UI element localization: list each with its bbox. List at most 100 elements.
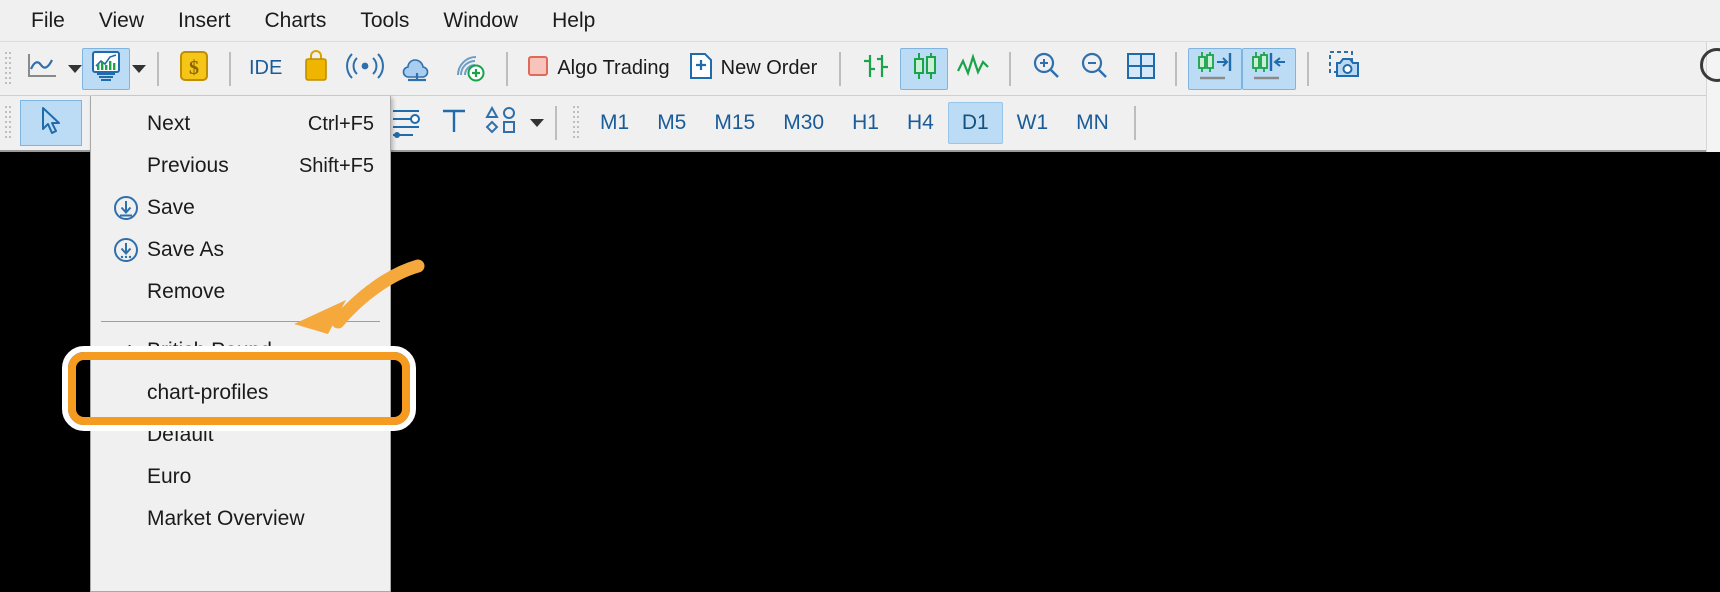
line-chart-icon bbox=[25, 51, 59, 86]
check-glyph: ✓ bbox=[118, 340, 134, 362]
candlestick-icon bbox=[907, 50, 941, 87]
shopping-bag-icon bbox=[300, 49, 332, 88]
menu-item-previous-label: Previous bbox=[147, 154, 229, 177]
zigzag-line-icon bbox=[955, 51, 991, 86]
menu-help[interactable]: Help bbox=[535, 5, 612, 37]
zoom-out-button[interactable] bbox=[1070, 48, 1118, 90]
chart-profiles-button[interactable] bbox=[82, 47, 130, 90]
profile-item-market-overview-label: Market Overview bbox=[147, 507, 305, 530]
menu-item-save-label: Save bbox=[147, 196, 195, 219]
fibonacci-levels-icon bbox=[389, 104, 425, 143]
menu-item-next[interactable]: Next Ctrl+F5 bbox=[91, 103, 390, 145]
line-chart-button[interactable] bbox=[18, 48, 66, 90]
menu-item-save-as[interactable]: Save As bbox=[91, 229, 390, 271]
menu-item-next-accel: Ctrl+F5 bbox=[307, 112, 374, 135]
signal-add-icon bbox=[450, 49, 488, 88]
svg-text:$: $ bbox=[189, 57, 199, 79]
menu-item-next-label: Next bbox=[147, 112, 191, 135]
menu-item-previous[interactable]: Previous Shift+F5 bbox=[91, 145, 390, 187]
algo-trading-button[interactable]: Algo Trading bbox=[519, 48, 680, 90]
chart-shift-right-icon bbox=[1195, 49, 1235, 88]
menu-insert[interactable]: Insert bbox=[161, 5, 248, 37]
camera-snapshot-icon bbox=[1327, 49, 1363, 88]
screenshot-button[interactable] bbox=[1320, 48, 1370, 90]
market-button[interactable] bbox=[293, 48, 339, 90]
text-tool-icon bbox=[439, 105, 469, 142]
new-order-button[interactable]: New Order bbox=[681, 48, 829, 90]
vps-button[interactable] bbox=[391, 48, 443, 90]
timeframe-toolbar-grip[interactable] bbox=[572, 105, 581, 141]
new-order-label: New Order bbox=[720, 57, 818, 79]
ide-label: IDE bbox=[249, 57, 283, 79]
timeframe-h1[interactable]: H1 bbox=[838, 102, 893, 144]
menu-file[interactable]: File bbox=[14, 5, 82, 37]
line-graph-button[interactable] bbox=[948, 48, 998, 90]
timeframe-h4[interactable]: H4 bbox=[893, 102, 948, 144]
profile-item-chart-profiles[interactable]: chart-profiles bbox=[91, 372, 390, 414]
grid-button[interactable] bbox=[1118, 48, 1164, 90]
profile-item-british-pound[interactable]: ✓ British Pound bbox=[91, 330, 390, 372]
timeframe-d1[interactable]: D1 bbox=[947, 102, 1003, 144]
menu-item-previous-accel: Shift+F5 bbox=[298, 154, 374, 177]
zoom-out-icon bbox=[1077, 50, 1111, 87]
line-chart-dropdown-caret[interactable] bbox=[68, 64, 82, 73]
zoom-in-button[interactable] bbox=[1022, 48, 1070, 90]
profile-item-default[interactable]: Default bbox=[91, 414, 390, 456]
chart-profiles-dropdown-menu: Next Ctrl+F5 Previous Shift+F5 Save Save… bbox=[90, 96, 391, 592]
copy-signal-button[interactable] bbox=[443, 48, 495, 90]
timeframe-m15[interactable]: M15 bbox=[700, 102, 769, 144]
shapes-button[interactable] bbox=[476, 102, 528, 144]
timeframe-mn[interactable]: MN bbox=[1062, 102, 1123, 144]
shapes-dropdown-caret[interactable] bbox=[530, 119, 544, 127]
broadcast-icon bbox=[346, 50, 385, 87]
toolbar-grip[interactable] bbox=[4, 50, 13, 87]
market-watch-button[interactable]: $ bbox=[170, 48, 218, 90]
main-toolbar: $ IDE Algo Trading New Order bbox=[0, 42, 1720, 96]
zoom-in-icon bbox=[1029, 50, 1063, 87]
dollar-gold-icon: $ bbox=[177, 49, 211, 88]
profile-item-market-overview[interactable]: Market Overview bbox=[91, 498, 390, 540]
auto-scroll-button[interactable] bbox=[1188, 47, 1243, 90]
new-document-plus-icon bbox=[688, 52, 714, 85]
save-as-down-circle-icon bbox=[105, 236, 147, 264]
ide-button[interactable]: IDE bbox=[242, 48, 293, 90]
arrow-cursor-icon bbox=[36, 105, 66, 142]
timeframe-m30[interactable]: M30 bbox=[769, 102, 838, 144]
menu-separator bbox=[101, 321, 380, 322]
save-down-circle-icon bbox=[105, 194, 147, 222]
timeframe-w1[interactable]: W1 bbox=[1003, 102, 1063, 144]
candlestick-button[interactable] bbox=[900, 47, 949, 90]
metatrader-window: File View Insert Charts Tools Window Hel… bbox=[0, 0, 1720, 592]
chart-shift-button[interactable] bbox=[1242, 47, 1297, 90]
toolbar-separator-2 bbox=[229, 51, 231, 86]
chart-shift-left-icon bbox=[1249, 49, 1289, 88]
bar-chart-icon bbox=[859, 50, 893, 87]
cursor-button[interactable] bbox=[20, 100, 82, 146]
menu-view[interactable]: View bbox=[82, 5, 161, 37]
toolbar-separator-5 bbox=[1009, 51, 1012, 86]
objects-toolbar-grip[interactable] bbox=[4, 105, 13, 141]
menu-window[interactable]: Window bbox=[426, 5, 535, 37]
timeframe-m5[interactable]: M5 bbox=[643, 102, 700, 144]
shapes-icon bbox=[483, 104, 521, 143]
signals-button[interactable] bbox=[339, 48, 391, 90]
timeframe-m1[interactable]: M1 bbox=[586, 102, 643, 144]
profile-item-euro[interactable]: Euro bbox=[91, 456, 390, 498]
objects-separator-2 bbox=[1133, 106, 1136, 140]
menu-tools[interactable]: Tools bbox=[343, 5, 426, 37]
profile-item-british-pound-label: British Pound bbox=[147, 339, 272, 362]
menu-bar: File View Insert Charts Tools Window Hel… bbox=[0, 0, 1720, 42]
menu-item-remove[interactable]: Remove bbox=[91, 271, 390, 313]
cloud-icon bbox=[398, 50, 436, 87]
profile-item-default-label: Default bbox=[147, 423, 214, 446]
toolbar-separator-3 bbox=[506, 51, 509, 86]
toolbar-separator-7 bbox=[1307, 51, 1310, 86]
menu-charts[interactable]: Charts bbox=[248, 5, 344, 37]
submenu-arrow-icon bbox=[366, 286, 374, 298]
bar-chart-button[interactable] bbox=[852, 48, 900, 90]
toolbar-separator-6 bbox=[1175, 51, 1178, 86]
text-button[interactable] bbox=[432, 102, 476, 144]
profile-item-chart-profiles-label: chart-profiles bbox=[147, 381, 269, 404]
chart-profiles-dropdown-caret[interactable] bbox=[132, 64, 146, 73]
menu-item-save[interactable]: Save bbox=[91, 187, 390, 229]
